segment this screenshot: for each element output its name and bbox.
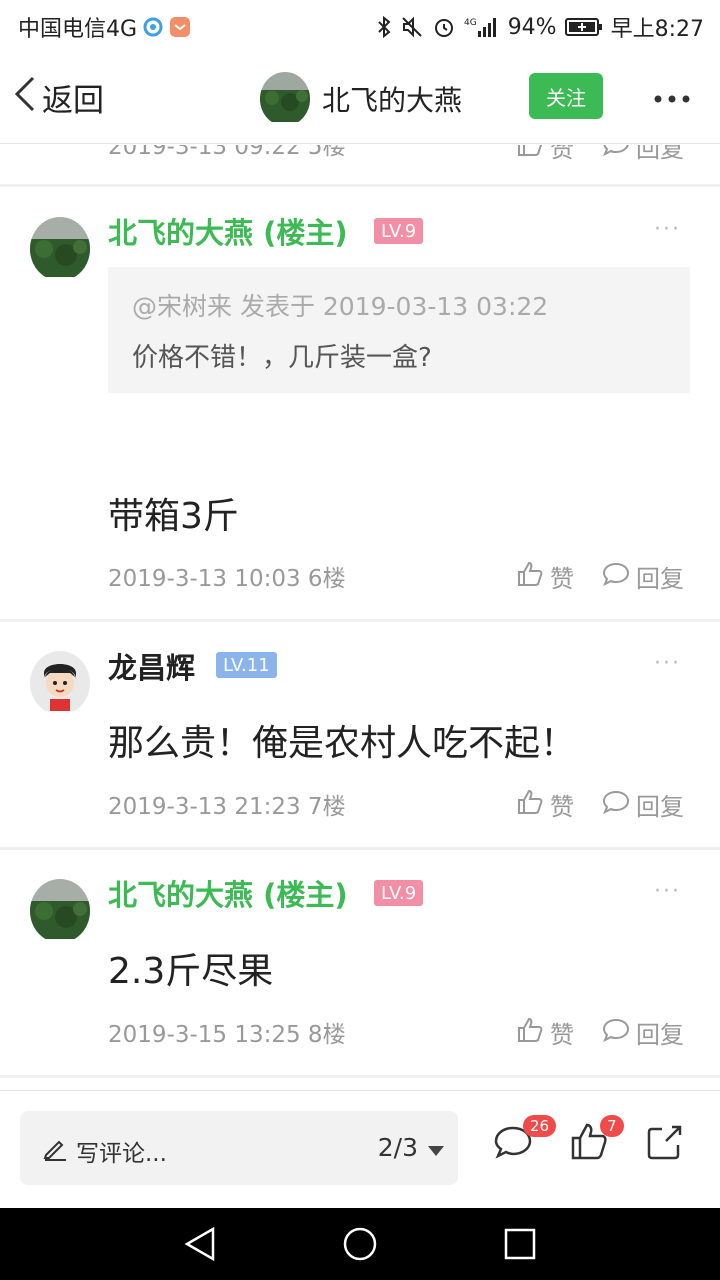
thumbs-up-icon — [516, 560, 544, 594]
thumbs-up-icon — [516, 788, 544, 822]
battery-percent: 94% — [507, 14, 557, 40]
comment-feed[interactable]: 2019-3-13 09:22 5楼 赞 回复 北飞的大燕 (楼主) LV.9 … — [0, 145, 720, 1090]
level-badge: LV.11 — [216, 652, 277, 678]
back-label: 返回 — [42, 83, 104, 119]
like-button[interactable]: 赞 — [516, 787, 574, 822]
mute-icon — [400, 15, 424, 39]
quote-text: 价格不错！，几斤装一盒? — [132, 343, 432, 373]
like-label: 赞 — [550, 565, 574, 593]
quote-header: @宋树来 发表于 2019-03-13 03:22 — [132, 292, 549, 321]
thumbs-up-icon — [516, 145, 544, 164]
like-label: 赞 — [550, 1021, 574, 1049]
top-nav-bar: 返回 北飞的大燕 关注 — [0, 50, 720, 144]
level-badge: LV.9 — [374, 880, 424, 906]
post-meta: 2019-3-13 10:03 6楼 — [108, 566, 346, 592]
post-more-icon[interactable]: ··· — [654, 651, 681, 676]
avatar — [260, 72, 310, 126]
post — [30, 651, 90, 715]
level-badge: LV.9 — [374, 218, 424, 244]
post-username[interactable]: 北飞的大燕 (楼主) — [108, 872, 348, 914]
system-nav-bar — [0, 1208, 720, 1280]
avatar[interactable] — [30, 651, 90, 715]
status-bar: 中国电信4G 4G 94% 早上8:27 — [0, 0, 720, 50]
reply-label: 回复 — [636, 793, 684, 821]
reply-button[interactable]: 回复 — [602, 1015, 684, 1050]
post — [30, 879, 90, 943]
divider — [0, 619, 720, 622]
like-button[interactable]: 赞 — [516, 559, 574, 594]
share-icon[interactable] — [646, 1123, 684, 1165]
avatar[interactable] — [30, 217, 90, 281]
clock: 早上8:27 — [610, 17, 704, 42]
more-options-icon[interactable] — [652, 90, 692, 103]
post-meta: 2019-3-15 13:25 8楼 — [108, 1022, 346, 1048]
nav-home-icon[interactable] — [342, 1226, 378, 1266]
mail-app-icon — [169, 16, 191, 38]
nav-back-icon[interactable] — [183, 1226, 217, 1266]
like-button[interactable]: 赞 — [516, 145, 574, 164]
post-text: 那么贵！俺是农村人吃不起！ — [108, 723, 577, 764]
comment-bubble-icon — [602, 789, 630, 821]
svg-text:4G: 4G — [464, 18, 477, 28]
alarm-icon — [432, 15, 456, 39]
comment-bubble-icon — [602, 1017, 630, 1049]
reply-label: 回复 — [636, 565, 684, 593]
post-meta: 2019-3-13 21:23 7楼 — [108, 794, 346, 820]
reply-button[interactable]: 回复 — [602, 787, 684, 822]
caret-down-icon — [428, 1133, 444, 1162]
avatar[interactable] — [30, 879, 90, 943]
pencil-icon — [42, 1135, 68, 1167]
post-username[interactable]: 龙昌辉 — [108, 645, 195, 687]
comment-input[interactable]: 写评论... 2/3 — [20, 1111, 458, 1185]
nav-recents-icon[interactable] — [504, 1228, 536, 1264]
page-selector[interactable]: 2/3 — [378, 1133, 444, 1162]
post — [30, 217, 90, 281]
comment-bubble-icon — [602, 145, 630, 163]
divider — [0, 847, 720, 850]
bottom-action-bar: 写评论... 2/3 26 7 — [0, 1090, 720, 1208]
reply-button[interactable]: 回复 — [602, 559, 684, 594]
browser-app-icon — [143, 17, 163, 37]
page-indicator: 2/3 — [377, 1133, 418, 1162]
chevron-left-icon — [14, 76, 36, 120]
post-username[interactable]: 北飞的大燕 (楼主) — [108, 210, 348, 252]
carrier-label: 中国电信4G — [18, 17, 138, 42]
comment-placeholder: 写评论... — [76, 1141, 167, 1167]
like-label: 赞 — [550, 793, 574, 821]
divider — [0, 1075, 720, 1078]
quoted-comment[interactable]: @宋树来 发表于 2019-03-13 03:22 价格不错！，几斤装一盒? — [108, 267, 690, 393]
header-user[interactable]: 北飞的大燕 — [260, 72, 462, 126]
like-button[interactable]: 赞 — [516, 1015, 574, 1050]
header-username: 北飞的大燕 — [322, 84, 463, 117]
bluetooth-icon — [376, 15, 392, 39]
post-text: 2.3斤尽果 — [108, 951, 274, 992]
divider — [0, 184, 720, 187]
reply-button[interactable]: 回复 — [602, 145, 684, 164]
post-more-icon[interactable]: ··· — [654, 217, 681, 242]
follow-button[interactable]: 关注 — [529, 73, 603, 119]
post-more-icon[interactable]: ··· — [654, 879, 681, 904]
comment-bubble-icon — [602, 561, 630, 593]
post-text: 带箱3斤 — [108, 496, 239, 537]
thumbs-up-icon — [516, 1016, 544, 1050]
reply-label: 回复 — [636, 1021, 684, 1049]
post-meta: 2019-3-13 09:22 5楼 — [108, 145, 346, 160]
like-count-badge: 7 — [600, 1115, 624, 1137]
like-label: 赞 — [550, 145, 574, 163]
battery-icon — [564, 17, 603, 37]
reply-label: 回复 — [636, 145, 684, 163]
comment-count-badge: 26 — [523, 1115, 557, 1137]
signal-icon: 4G — [464, 15, 500, 39]
back-button[interactable]: 返回 — [14, 75, 104, 120]
